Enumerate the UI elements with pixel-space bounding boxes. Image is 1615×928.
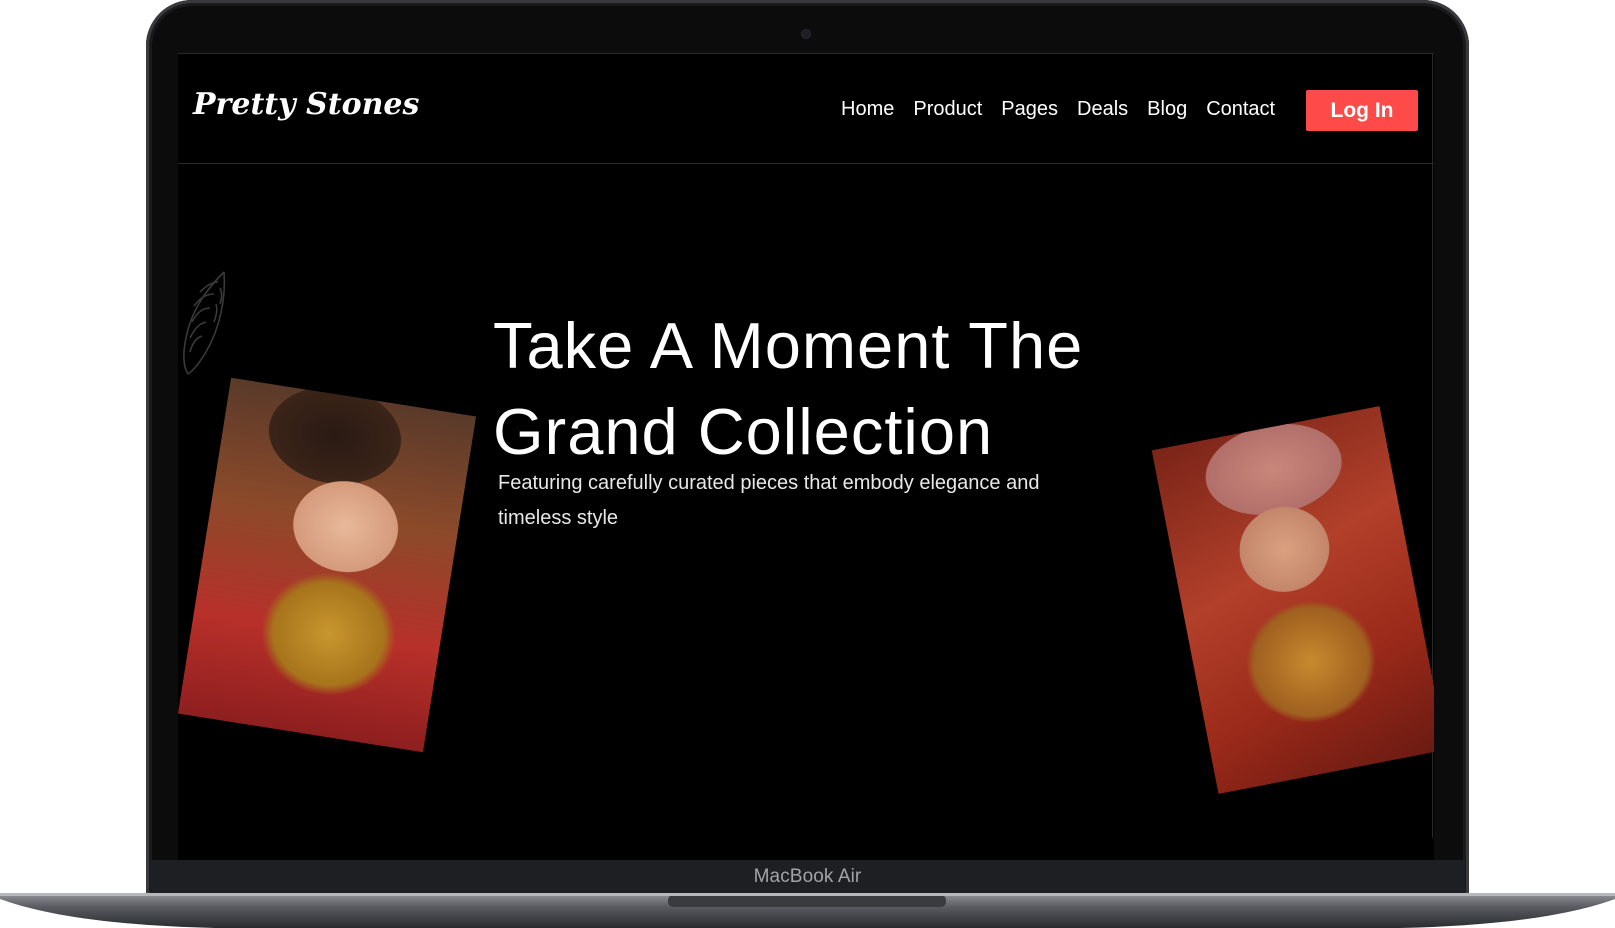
nav-link-pages[interactable]: Pages xyxy=(1001,98,1058,121)
laptop-model-label: MacBook Air xyxy=(753,866,862,887)
nav-link-contact[interactable]: Contact xyxy=(1206,98,1275,121)
laptop-base xyxy=(0,893,1615,928)
nav-link-blog[interactable]: Blog xyxy=(1147,98,1187,121)
nav-link-deals[interactable]: Deals xyxy=(1077,98,1128,121)
browser-screen: Pretty Stones Home Product Pages Deals B… xyxy=(178,53,1434,860)
site-header: Pretty Stones Home Product Pages Deals B… xyxy=(178,53,1434,164)
hero-headline-line-1: Take A Moment The xyxy=(493,309,1084,382)
bride-portrait-photo xyxy=(178,377,477,753)
hero-headline: Take A Moment The Grand Collection xyxy=(493,303,1193,475)
leaf-line-icon xyxy=(183,271,226,375)
site-logo[interactable]: Pretty Stones xyxy=(193,87,419,122)
nav-link-home[interactable]: Home xyxy=(841,98,894,121)
nav-link-product[interactable]: Product xyxy=(913,98,982,121)
hero-subtext: Featuring carefully curated pieces that … xyxy=(498,472,1040,529)
webcam-icon xyxy=(802,30,810,38)
hero-headline-line-2: Grand Collection xyxy=(493,395,994,468)
login-button[interactable]: Log In xyxy=(1306,90,1418,131)
main-nav: Home Product Pages Deals Blog Contact xyxy=(841,98,1294,121)
bride-veil-portrait-photo xyxy=(1151,406,1434,794)
